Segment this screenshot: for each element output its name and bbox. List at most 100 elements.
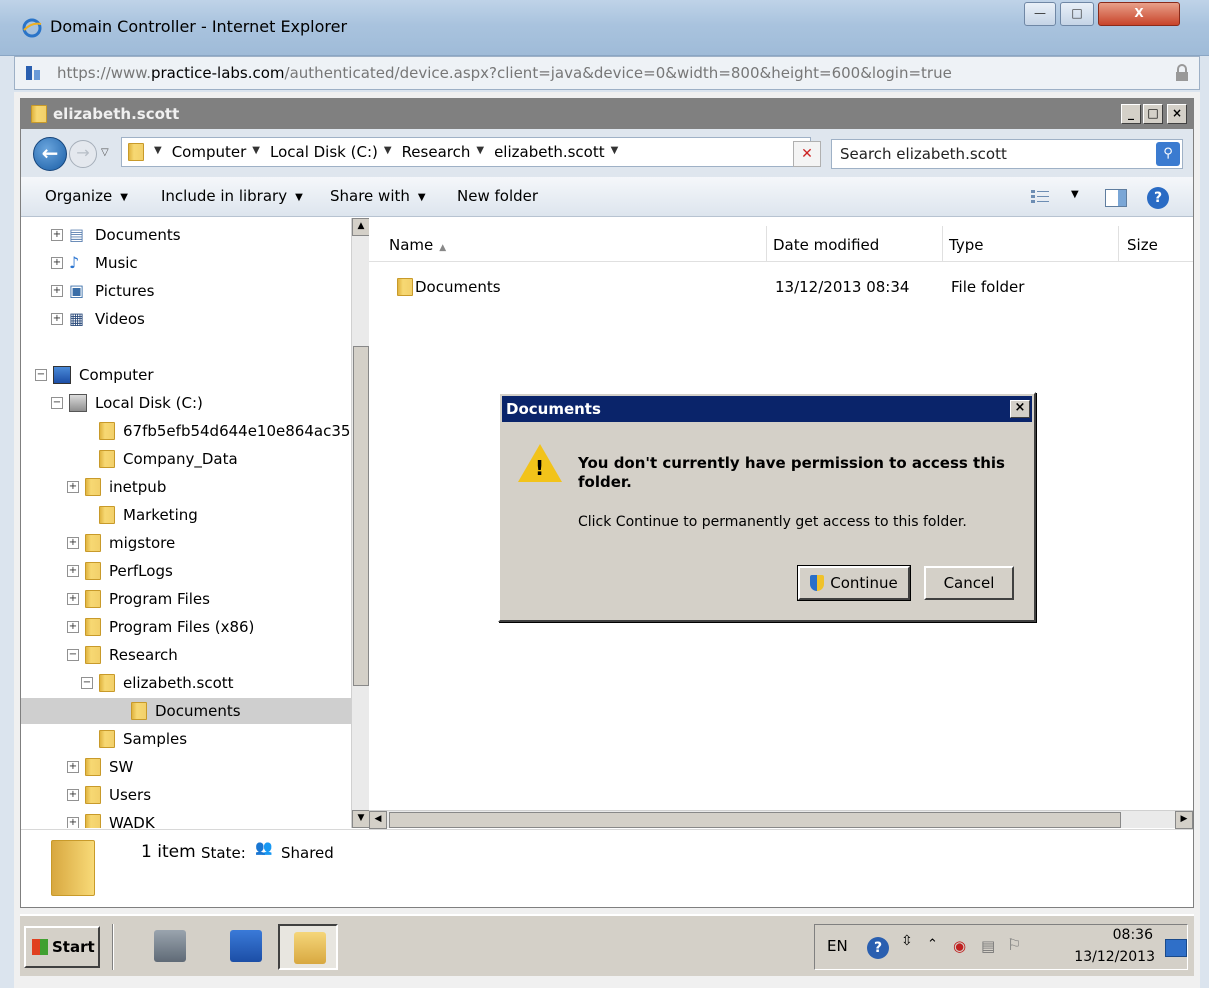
tree-item[interactable]: + Program Files bbox=[67, 586, 210, 612]
address-bar[interactable]: https://www.practice-labs.com/authentica… bbox=[14, 56, 1200, 90]
table-row[interactable]: Documents 13/12/2013 08:34 File folder bbox=[391, 274, 1151, 300]
tree-item[interactable]: + Users bbox=[67, 782, 151, 808]
scroll-down-arrow-icon[interactable]: ▼ bbox=[352, 810, 370, 828]
show-desktop-icon[interactable] bbox=[1165, 939, 1187, 957]
tree-item[interactable]: Documents bbox=[21, 698, 351, 724]
tree-item[interactable]: + PerfLogs bbox=[67, 558, 173, 584]
browser-maximize-button[interactable]: □ bbox=[1060, 2, 1094, 26]
volume-muted-icon[interactable]: ◉ bbox=[953, 937, 966, 955]
clock-time[interactable]: 08:36 bbox=[1073, 927, 1153, 943]
forward-button[interactable]: → bbox=[69, 140, 97, 168]
language-indicator[interactable]: EN bbox=[827, 937, 848, 955]
expand-icon[interactable]: + bbox=[67, 481, 79, 493]
expand-icon[interactable]: + bbox=[51, 257, 63, 269]
share-with-button[interactable]: Share with ▼ bbox=[330, 187, 426, 205]
tree-item[interactable]: + migstore bbox=[67, 530, 175, 556]
chevron-down-icon[interactable]: ▼ bbox=[476, 145, 484, 163]
tree-item[interactable]: − Local Disk (C:) bbox=[51, 390, 203, 416]
expand-icon[interactable]: + bbox=[51, 229, 63, 241]
expand-icon[interactable]: + bbox=[67, 761, 79, 773]
dialog-close-button[interactable]: × bbox=[1010, 400, 1030, 418]
column-name[interactable]: Name ▲ bbox=[369, 226, 767, 262]
network-icon[interactable]: ▤ bbox=[981, 937, 995, 955]
explorer-close-button[interactable]: × bbox=[1167, 104, 1187, 124]
tree-item[interactable]: + ▣ Pictures bbox=[51, 278, 154, 304]
search-icon[interactable]: ⚲ bbox=[1156, 142, 1180, 166]
column-date-modified[interactable]: Date modified bbox=[767, 226, 943, 262]
organize-button[interactable]: Organize ▼ bbox=[45, 187, 128, 205]
expand-icon[interactable]: + bbox=[51, 285, 63, 297]
new-folder-button[interactable]: New folder bbox=[457, 187, 538, 205]
clock-date[interactable]: 13/12/2013 bbox=[1065, 949, 1155, 965]
tree-item[interactable]: + WADK bbox=[67, 810, 155, 828]
recent-pages-dropdown-icon[interactable]: ▽ bbox=[101, 147, 109, 158]
show-hidden-icons-icon[interactable]: ⌃ bbox=[927, 937, 938, 952]
tree-item[interactable]: Company_Data bbox=[81, 446, 238, 472]
help-icon[interactable]: ? bbox=[1147, 187, 1169, 209]
browser-close-button[interactable]: X bbox=[1098, 2, 1180, 26]
continue-button[interactable]: Continue bbox=[797, 565, 911, 601]
address-url[interactable]: https://www.practice-labs.com/authentica… bbox=[57, 64, 952, 82]
browser-minimize-button[interactable]: — bbox=[1024, 2, 1056, 26]
stop-refresh-button[interactable]: ✕ bbox=[793, 141, 821, 167]
breadcrumb-elizabeth-scott[interactable]: elizabeth.scott bbox=[494, 143, 605, 161]
change-view-icon[interactable] bbox=[1031, 189, 1049, 205]
breadcrumb-computer[interactable]: Computer bbox=[172, 143, 247, 161]
tree-item[interactable]: + SW bbox=[67, 754, 133, 780]
tree-item[interactable]: Samples bbox=[81, 726, 187, 752]
file-list-scrollbar[interactable]: ◀ ▶ bbox=[369, 810, 1193, 829]
action-center-flag-icon[interactable]: ⚐ bbox=[1007, 935, 1021, 954]
view-dropdown-icon[interactable]: ▼ bbox=[1071, 189, 1079, 200]
back-button[interactable]: ← bbox=[33, 137, 67, 171]
tree-item[interactable]: + ▤ Documents bbox=[51, 222, 181, 248]
tree-item[interactable]: − Computer bbox=[35, 362, 154, 388]
expand-icon[interactable]: + bbox=[67, 537, 79, 549]
expand-icon[interactable]: + bbox=[67, 593, 79, 605]
cancel-button[interactable]: Cancel bbox=[924, 566, 1014, 600]
tree-item[interactable]: + ♪ Music bbox=[51, 250, 138, 276]
expand-icon[interactable]: + bbox=[51, 313, 63, 325]
scroll-up-arrow-icon[interactable]: ▲ bbox=[352, 218, 370, 236]
collapse-icon[interactable]: − bbox=[81, 677, 93, 689]
tree-item[interactable]: − Research bbox=[67, 642, 178, 668]
explorer-taskbar-button[interactable] bbox=[278, 924, 338, 970]
column-type[interactable]: Type bbox=[943, 226, 1119, 262]
expand-icon[interactable]: + bbox=[67, 565, 79, 577]
tree-item[interactable]: + Program Files (x86) bbox=[67, 614, 254, 640]
chevron-down-icon[interactable]: ▼ bbox=[252, 145, 260, 163]
explorer-minimize-button[interactable]: _ bbox=[1121, 104, 1141, 124]
server-manager-taskbar-button[interactable] bbox=[140, 924, 200, 970]
chevron-down-icon[interactable]: ▼ bbox=[154, 145, 162, 163]
tree-item[interactable]: + inetpub bbox=[67, 474, 166, 500]
expand-icon[interactable]: + bbox=[67, 621, 79, 633]
breadcrumb[interactable]: ▼ Computer ▼ Local Disk (C:) ▼ Research … bbox=[121, 137, 872, 167]
expand-icon[interactable]: + bbox=[67, 789, 79, 801]
nav-pane-scrollbar[interactable]: ▲ ▼ bbox=[351, 218, 370, 828]
explorer-maximize-button[interactable]: □ bbox=[1143, 104, 1163, 124]
tree-item[interactable]: − elizabeth.scott bbox=[81, 670, 234, 696]
include-in-library-button[interactable]: Include in library ▼ bbox=[161, 187, 303, 205]
scroll-thumb[interactable] bbox=[389, 812, 1121, 828]
preview-pane-icon[interactable] bbox=[1105, 189, 1127, 207]
tree-item[interactable]: + ▦ Videos bbox=[51, 306, 145, 332]
restore-icon[interactable]: ⇳ bbox=[901, 933, 913, 949]
scroll-left-arrow-icon[interactable]: ◀ bbox=[369, 811, 387, 829]
start-button[interactable]: Start bbox=[24, 926, 100, 968]
powershell-taskbar-button[interactable] bbox=[216, 924, 276, 970]
chevron-down-icon[interactable]: ▼ bbox=[384, 145, 392, 163]
sort-ascending-icon: ▲ bbox=[439, 243, 447, 253]
scroll-right-arrow-icon[interactable]: ▶ bbox=[1175, 811, 1193, 829]
collapse-icon[interactable]: − bbox=[67, 649, 79, 661]
expand-icon[interactable]: + bbox=[67, 817, 79, 828]
scroll-thumb[interactable] bbox=[353, 346, 369, 686]
help-icon[interactable]: ? bbox=[867, 937, 889, 959]
breadcrumb-research[interactable]: Research bbox=[402, 143, 471, 161]
chevron-down-icon[interactable]: ▼ bbox=[611, 145, 619, 163]
collapse-icon[interactable]: − bbox=[51, 397, 63, 409]
tree-item[interactable]: 67fb5efb54d644e10e864ac354 bbox=[81, 418, 351, 444]
search-input[interactable]: Search elizabeth.scott ⚲ bbox=[831, 139, 1183, 169]
collapse-icon[interactable]: − bbox=[35, 369, 47, 381]
tree-item[interactable]: Marketing bbox=[81, 502, 198, 528]
breadcrumb-local-disk[interactable]: Local Disk (C:) bbox=[270, 143, 378, 161]
column-size[interactable]: Size bbox=[1119, 226, 1193, 262]
